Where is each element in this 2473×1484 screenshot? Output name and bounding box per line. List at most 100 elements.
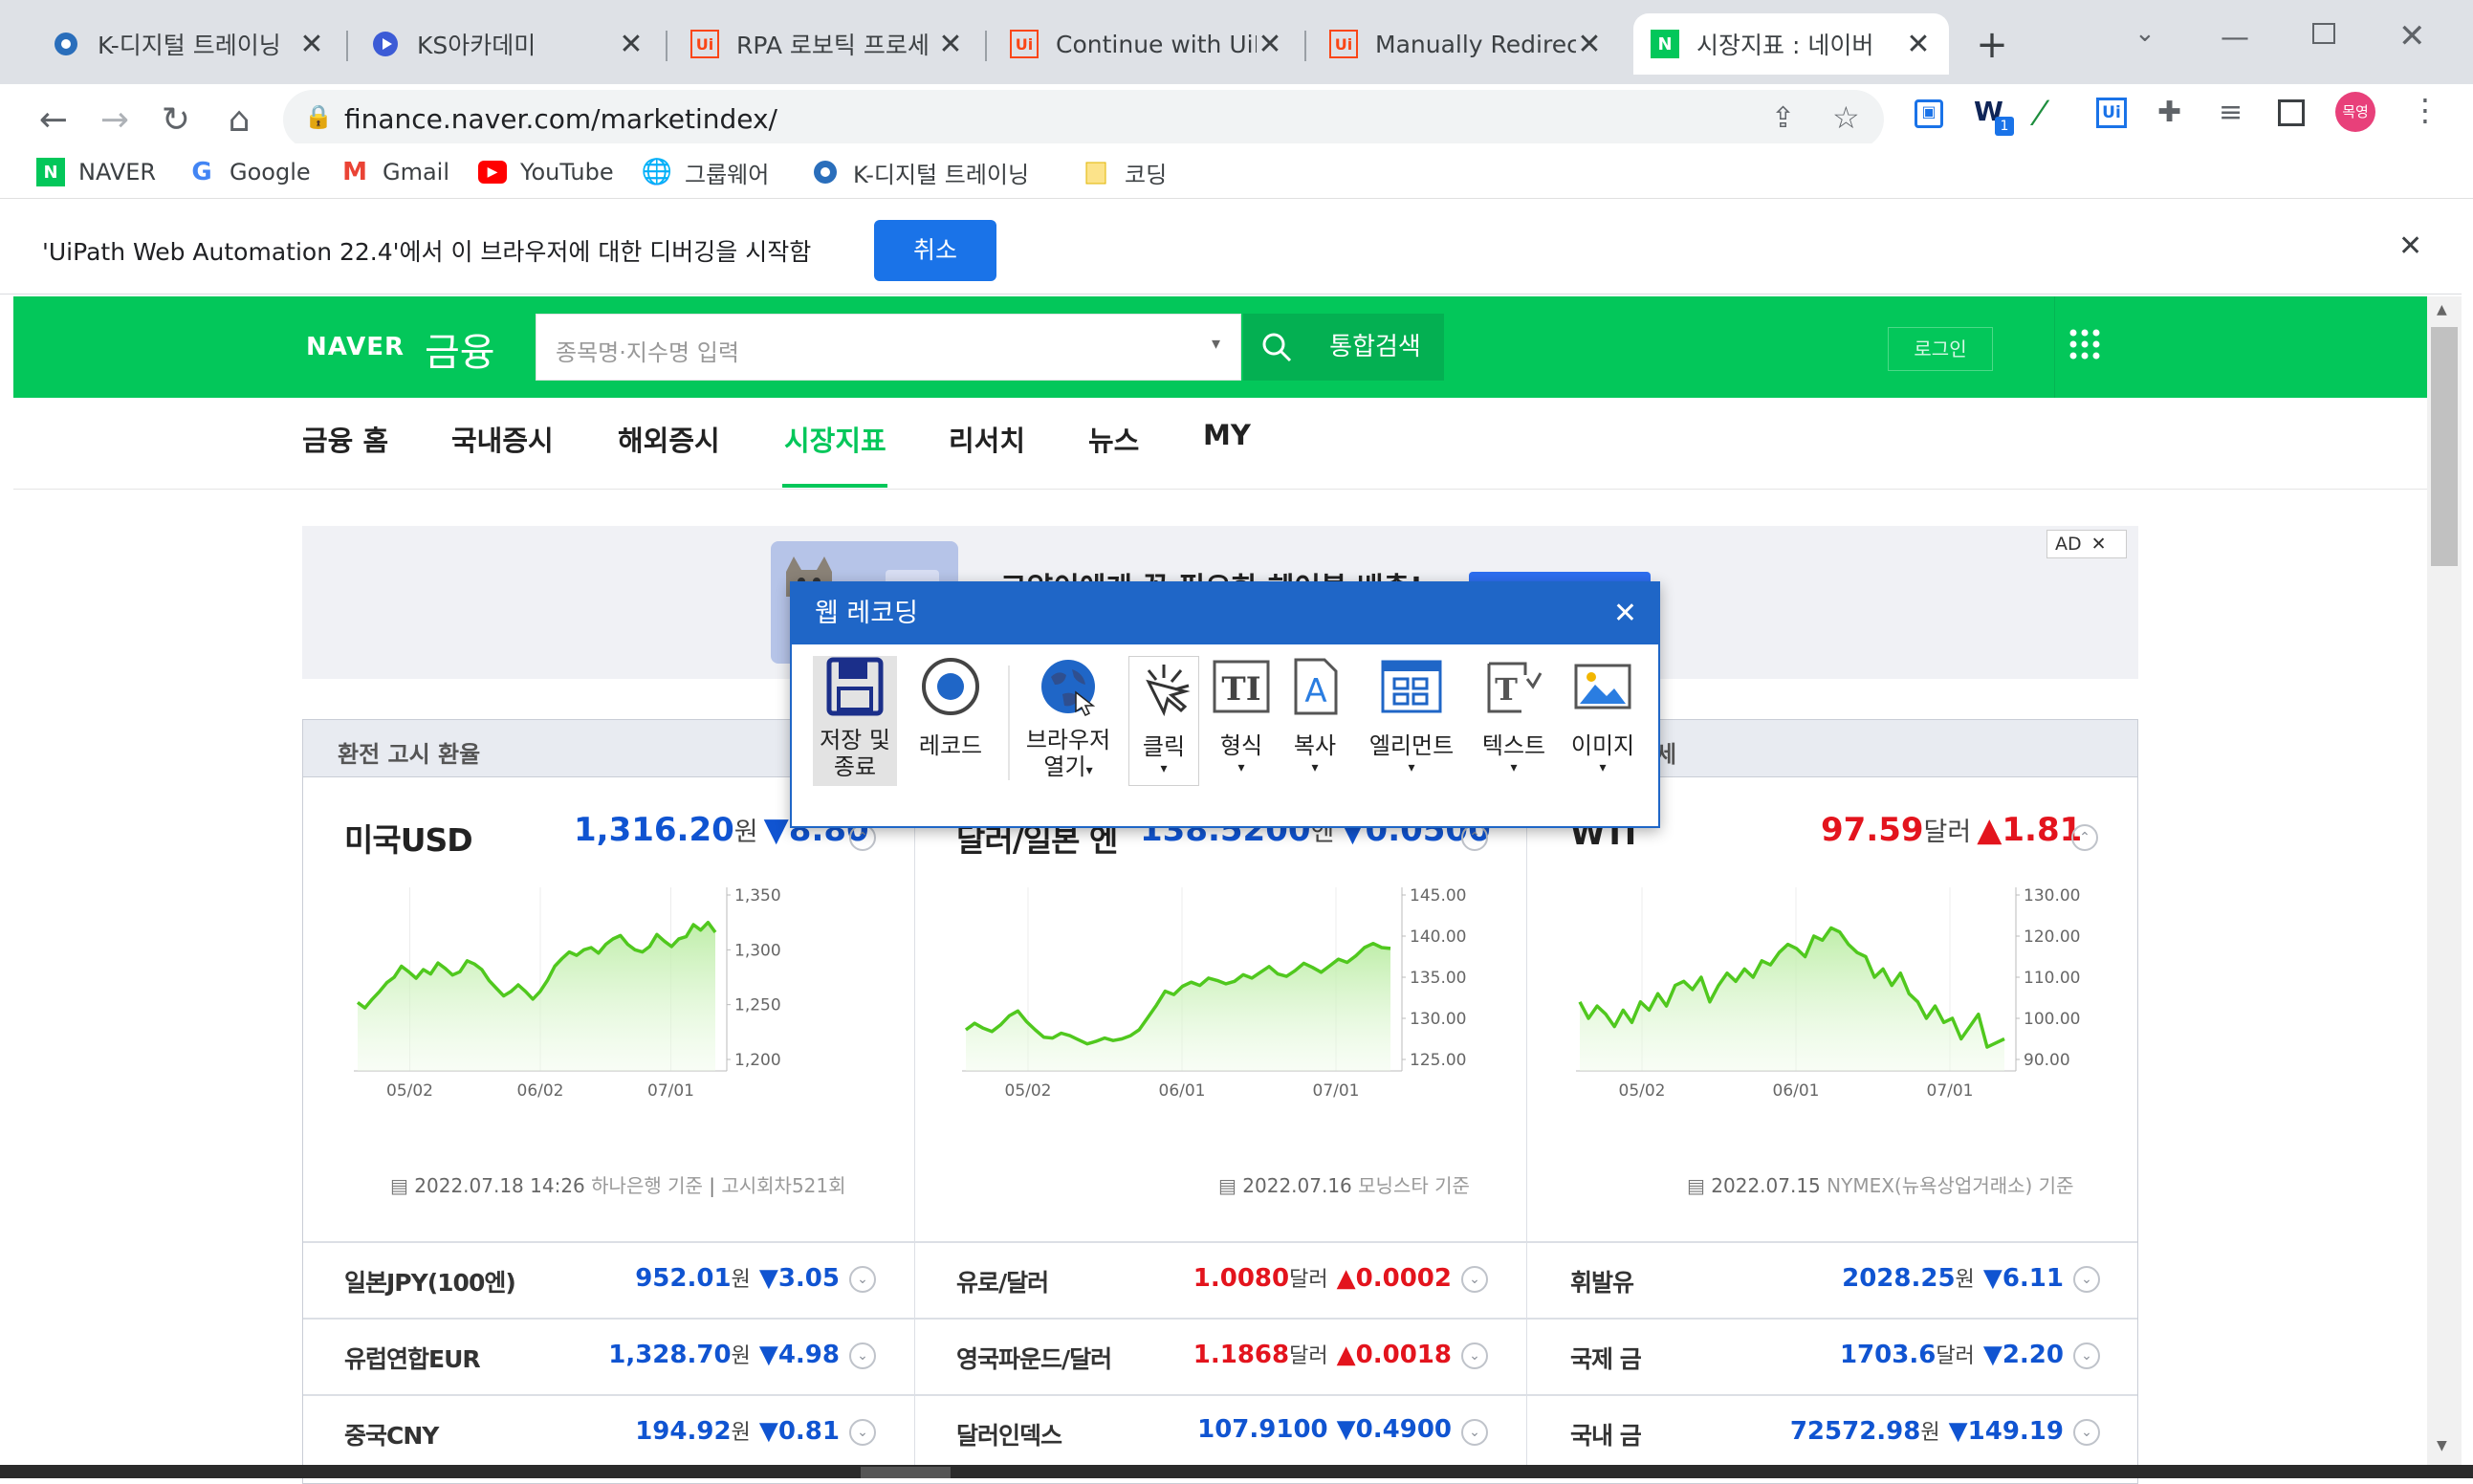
expand-icon[interactable]: ⌄ <box>2073 1419 2100 1446</box>
forward-icon[interactable]: → <box>88 94 142 147</box>
nav-news[interactable]: 뉴스 <box>1088 419 1139 459</box>
new-tab-button[interactable]: + <box>1968 21 2016 69</box>
expand-icon[interactable]: ⌃ <box>2071 824 2098 851</box>
text-button[interactable]: T 텍스트 ▾ <box>1471 656 1557 775</box>
tab-rpa[interactable]: Ui RPA 로보틱 프로세 ✕ <box>673 13 981 75</box>
rate-name[interactable]: 중국CNY <box>344 1417 439 1451</box>
close-icon[interactable]: ✕ <box>2091 534 2107 555</box>
element-button[interactable]: 엘리먼트 ▾ <box>1360 656 1463 775</box>
dropdown-arrow-icon[interactable]: ▾ <box>1207 760 1276 775</box>
infobar-close-icon[interactable]: ✕ <box>2398 229 2422 263</box>
profile-avatar[interactable]: 목영 <box>2335 92 2375 132</box>
search-button[interactable] <box>1243 314 1310 381</box>
rate-name[interactable]: 유럽연합EUR <box>344 1341 481 1375</box>
restore-button[interactable] <box>2312 23 2335 44</box>
bookmark-k-digital[interactable]: K-디지털 트레이닝 <box>811 155 1029 189</box>
address-bar[interactable]: 🔒 finance.naver.com/marketindex/ ⇪ ☆ <box>283 90 1884 149</box>
dropdown-arrow-icon[interactable]: ▾ <box>1360 760 1463 775</box>
login-button[interactable]: 로그인 <box>1888 327 1993 371</box>
close-icon[interactable]: ✕ <box>937 28 964 61</box>
nav-research[interactable]: 리서치 <box>949 419 1025 459</box>
expand-icon[interactable]: ⌄ <box>1461 1419 1488 1446</box>
expand-icon[interactable]: ⌃ <box>1461 824 1488 851</box>
side-panel-icon[interactable] <box>2278 99 2305 126</box>
translate-extension-icon[interactable]: ▣ <box>1915 99 1943 128</box>
close-icon[interactable]: ✕ <box>1613 583 1637 644</box>
rate-name[interactable]: 달러인덱스 <box>956 1417 1062 1451</box>
scroll-thumb[interactable] <box>2431 327 2458 566</box>
close-icon[interactable]: ✕ <box>1905 28 1932 61</box>
image-button[interactable]: 이미지 ▾ <box>1563 656 1643 775</box>
rate-name[interactable]: 유로/달러 <box>956 1264 1049 1298</box>
close-icon[interactable]: ✕ <box>1257 28 1283 61</box>
expand-icon[interactable]: ⌃ <box>849 824 876 851</box>
nav-domestic-stock[interactable]: 국내증시 <box>451 419 554 459</box>
rate-name[interactable]: 일본JPY(100엔) <box>344 1264 516 1298</box>
naver-logo[interactable]: NAVER <box>306 333 405 361</box>
scroll-down-icon[interactable]: ▼ <box>2437 1438 2447 1453</box>
dropdown-arrow-icon[interactable]: ▾ <box>1278 760 1352 775</box>
tab-ks-academy[interactable]: KS아카데미 ✕ <box>354 13 662 75</box>
back-icon[interactable]: ← <box>27 94 80 147</box>
expand-icon[interactable]: ⌄ <box>1461 1342 1488 1369</box>
expand-icon[interactable]: ⌄ <box>849 1342 876 1369</box>
nav-my[interactable]: MY <box>1203 419 1251 451</box>
h-scroll-thumb[interactable] <box>861 1467 951 1478</box>
menu-kebab-icon[interactable]: ⋮ <box>2410 92 2440 128</box>
copy-text-button[interactable]: A 복사 ▾ <box>1278 656 1352 775</box>
stock-search-input[interactable]: 종목명·지수명 입력 ▾ <box>536 314 1241 381</box>
nav-finance-home[interactable]: 금융 홈 <box>302 419 388 459</box>
tab-continue-uipath[interactable]: Ui Continue with UiPa ✕ <box>993 13 1301 75</box>
uipath-extension-icon[interactable]: Ui <box>2096 98 2127 128</box>
close-icon[interactable]: ✕ <box>1576 28 1603 61</box>
expand-icon[interactable]: ⌄ <box>2073 1266 2100 1293</box>
nav-overseas-stock[interactable]: 해외증시 <box>618 419 720 459</box>
close-icon[interactable]: ✕ <box>298 28 325 61</box>
rate-name[interactable]: 휘발유 <box>1570 1264 1634 1298</box>
bookmark-gmail[interactable]: M Gmail <box>340 155 449 189</box>
rate-name[interactable]: 국내 금 <box>1570 1417 1642 1451</box>
nav-market-index[interactable]: 시장지표 <box>784 419 886 459</box>
infobar-cancel-button[interactable]: 취소 <box>874 220 996 281</box>
integrated-search-button[interactable]: 통합검색 <box>1306 314 1444 381</box>
bookmark-google[interactable]: G Google <box>187 155 310 189</box>
tab-search-icon[interactable]: ⌄ <box>2134 19 2156 48</box>
save-and-exit-button[interactable]: 저장 및 종료 <box>813 656 897 786</box>
bookmark-groupware[interactable]: 🌐 그룹웨어 <box>642 155 770 189</box>
rate-name[interactable]: 영국파운드/달러 <box>956 1341 1112 1375</box>
minimize-button[interactable]: — <box>2221 21 2249 55</box>
tab-manually-redirect[interactable]: Ui Manually Redirect ✕ <box>1312 13 1620 75</box>
dropdown-arrow-icon[interactable]: ▾ <box>1563 760 1643 775</box>
record-button[interactable]: 레코드 <box>907 656 995 760</box>
reload-icon[interactable]: ↻ <box>149 94 203 147</box>
expand-icon[interactable]: ⌄ <box>849 1419 876 1446</box>
finance-logo[interactable]: 금융 <box>425 321 495 377</box>
type-into-button[interactable]: TI 형식 ▾ <box>1207 656 1276 775</box>
close-icon[interactable]: ✕ <box>618 28 645 61</box>
expand-icon[interactable]: ⌄ <box>2073 1342 2100 1369</box>
window-close-button[interactable]: ✕ <box>2398 17 2426 55</box>
apps-grid-icon[interactable] <box>2068 327 2106 365</box>
url-text[interactable]: finance.naver.com/marketindex/ <box>344 103 777 135</box>
bookmark-star-icon[interactable]: ☆ <box>1832 99 1860 136</box>
rate-name[interactable]: 국제 금 <box>1570 1341 1642 1375</box>
extensions-puzzle-icon[interactable]: ✚ <box>2157 96 2181 129</box>
bookmark-youtube[interactable]: ▶ YouTube <box>478 155 614 189</box>
bookmark-naver[interactable]: N NAVER <box>36 155 156 189</box>
dropdown-arrow-icon[interactable]: ▾ <box>1212 334 1220 354</box>
page-scrollbar[interactable]: ▲ ▼ <box>2427 296 2462 1465</box>
expand-icon[interactable]: ⌄ <box>849 1266 876 1293</box>
bookmark-coding[interactable]: 코딩 <box>1083 155 1167 189</box>
dropdown-arrow-icon[interactable]: ▾ <box>1129 761 1198 776</box>
tab-k-digital[interactable]: K-디지털 트레이닝 ✕ <box>34 13 342 75</box>
open-browser-button[interactable]: 브라우저 열기▾ <box>1018 656 1119 784</box>
home-icon[interactable]: ⌂ <box>212 94 266 147</box>
click-button[interactable]: 클릭 ▾ <box>1128 656 1199 786</box>
ad-badge[interactable]: AD ✕ <box>2046 530 2127 558</box>
scroll-up-icon[interactable]: ▲ <box>2437 302 2447 317</box>
tab-naver-marketindex[interactable]: N 시장지표 : 네이버 ✕ <box>1633 13 1949 75</box>
dropdown-arrow-icon[interactable]: ▾ <box>1471 760 1557 775</box>
share-icon[interactable]: ⇪ <box>1771 101 1795 135</box>
expand-icon[interactable]: ⌄ <box>1461 1266 1488 1293</box>
reading-list-icon[interactable]: ≡ <box>2219 96 2243 129</box>
